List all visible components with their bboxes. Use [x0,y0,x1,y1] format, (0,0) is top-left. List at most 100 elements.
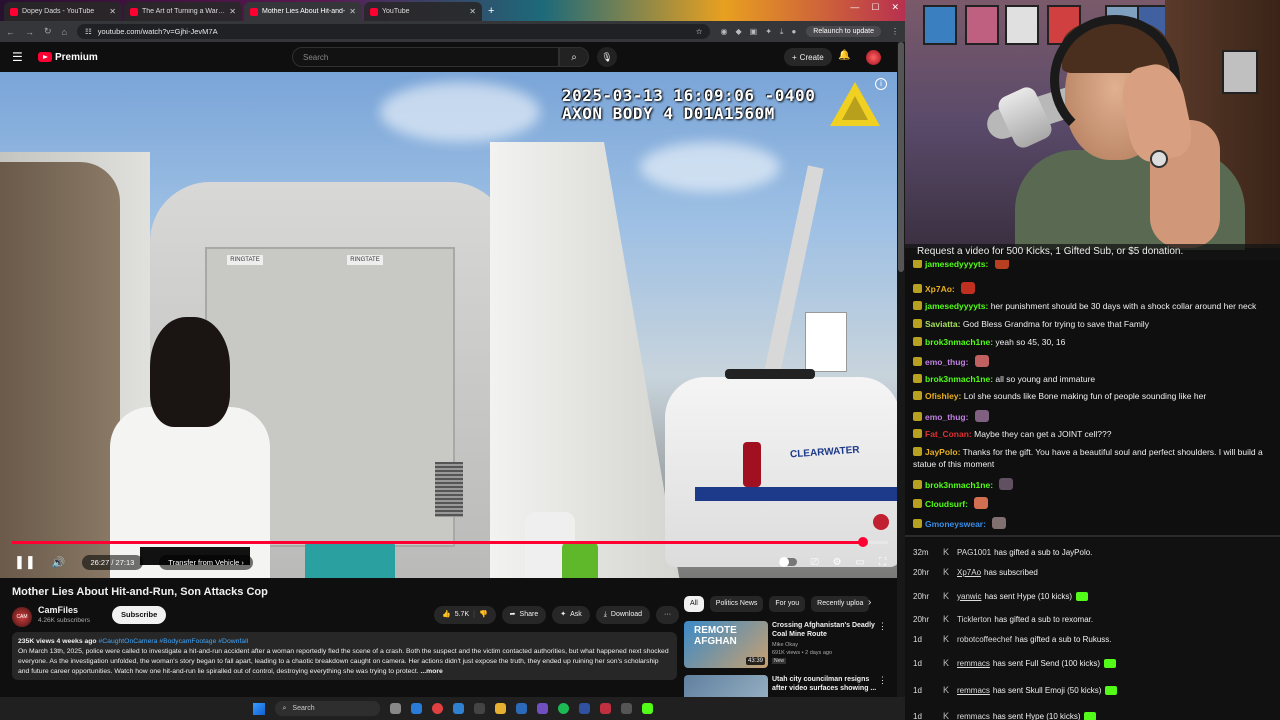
chat-username[interactable]: jamesedyyyyts: [925,301,988,311]
related-title[interactable]: Utah city councilman resigns after video… [772,675,877,693]
back-icon[interactable]: ← [6,27,15,37]
app-icon[interactable] [599,703,611,714]
filter-chip[interactable]: For you [769,596,806,612]
close-window-icon[interactable]: ✕ [891,2,899,13]
page-scrollbar[interactable] [897,42,905,697]
reload-icon[interactable]: ↻ [44,26,52,37]
extension-icon[interactable]: ▣ [750,27,758,37]
app-icon[interactable] [578,703,590,714]
share-button[interactable]: ➦ Share [501,606,547,624]
edge-icon[interactable] [410,703,422,714]
chat-username[interactable]: JayPolo: [925,447,960,457]
more-vertical-icon[interactable]: ⋮ [878,675,887,686]
extension-icon[interactable]: ◉ [720,27,727,37]
download-icon[interactable]: ⤓ [780,27,784,37]
volume-icon[interactable]: 🔊 [52,556,66,569]
search-input[interactable]: Search [292,47,559,67]
settings-gear-icon[interactable]: ⚙ [833,557,842,568]
close-tab-icon[interactable]: ✕ [349,7,356,16]
url-field[interactable]: ☷ youtube.com/watch?v=Gjhi-JevM7A ☆ [76,24,711,39]
chat-username[interactable]: brok3nmach1ne: [925,374,993,384]
kick-icon[interactable] [641,703,653,714]
captions-icon[interactable]: ⎚ [811,557,819,568]
file-explorer-icon[interactable] [494,703,506,714]
account-avatar[interactable] [866,50,881,65]
related-video[interactable]: Utah city councilman resigns after video… [684,675,889,697]
app-icon[interactable] [452,703,464,714]
chat-username[interactable]: jamesedyyyyts: [925,260,988,269]
video-thumbnail[interactable]: REMOTE AFGHAN 43:39 [684,621,768,668]
ask-button[interactable]: ✦ Ask [552,606,590,624]
progress-bar[interactable] [12,537,888,547]
info-icon[interactable]: i [875,78,887,90]
channel-avatar[interactable]: CAM [12,607,32,627]
voice-search-icon[interactable]: 🎙 [597,47,617,67]
fullscreen-icon[interactable]: ⛶ [879,557,886,568]
minimize-icon[interactable]: — [850,2,859,13]
video-thumbnail[interactable] [684,675,768,697]
more-vertical-icon[interactable]: ⋮ [878,621,887,632]
event-username[interactable]: remmacs [957,686,990,695]
filter-chip[interactable]: All [684,596,704,612]
event-username[interactable]: PAG1001 [957,548,991,557]
video-player[interactable]: RINGTATE RINGTATE CLEARWATER 2025-03-13 … [0,72,900,578]
event-username[interactable]: Ticklerton [957,615,991,624]
chat-username[interactable]: brok3nmach1ne: [925,480,993,490]
browser-tab[interactable]: Dopey Dads - YouTube ✕ [4,2,122,21]
extension-icon[interactable]: ✦ [765,27,772,37]
app-icon[interactable] [515,703,527,714]
close-tab-icon[interactable]: ✕ [469,7,476,16]
chrome-icon[interactable] [431,703,443,714]
notifications-bell-icon[interactable]: 🔔 [838,50,850,61]
chat-username[interactable]: emo_thug: [925,412,968,422]
task-view-icon[interactable] [389,703,401,714]
bookmark-star-icon[interactable]: ☆ [696,27,703,36]
chat-username[interactable]: Saviatta: [925,319,960,329]
close-tab-icon[interactable]: ✕ [109,7,116,16]
chat-username[interactable]: Fat_Conan: [925,429,972,439]
more-actions-button[interactable]: ··· [656,606,680,624]
chapter-button[interactable]: Transfer from Vehicle › [159,554,253,570]
browser-tab[interactable]: Mother Lies About Hit-and- ✕ [244,2,362,21]
extension-icon[interactable]: ◆ [735,27,741,37]
scrollbar-thumb[interactable] [898,42,904,272]
site-info-icon[interactable]: ☷ [85,27,92,36]
search-button[interactable]: ⌕ [559,47,589,67]
hashtags[interactable]: #CaughtOnCamera #BodycamFootage #Downfal… [98,638,248,645]
create-button[interactable]: + Create [784,48,832,66]
start-menu-icon[interactable] [252,702,265,715]
chat-username[interactable]: emo_thug: [925,357,968,367]
thumbs-down-icon[interactable]: 👎 [479,606,488,624]
browser-tab[interactable]: The Art of Turning a Warning I ✕ [124,2,242,21]
event-username[interactable]: remmacs [957,712,990,720]
theater-mode-icon[interactable]: ▭ [856,557,865,568]
forward-icon[interactable]: → [25,27,34,37]
autoplay-toggle[interactable] [778,557,797,567]
chat-username[interactable]: Gmoneyswear: [925,519,986,529]
video-description[interactable]: 235K views 4 weeks ago #CaughtOnCamera #… [12,632,677,680]
filter-chip[interactable]: Politics News [709,596,764,612]
spotify-icon[interactable] [557,703,569,714]
subscribe-button[interactable]: Subscribe [112,606,167,624]
chat-username[interactable]: Xp7Ao: [925,284,955,294]
chevron-right-icon[interactable]: › [868,597,871,608]
app-icon[interactable] [620,703,632,714]
profile-icon[interactable]: ● [791,27,796,37]
home-icon[interactable]: ⌂ [62,27,67,37]
filter-chip[interactable]: Recently uploa [811,596,870,612]
browser-tab[interactable]: YouTube ✕ [364,2,482,21]
related-video[interactable]: REMOTE AFGHAN 43:39 Crossing Afghanistan… [684,621,889,673]
event-username[interactable]: yanwic [957,592,981,601]
like-button[interactable]: 👍 5.7K | 👎 [434,606,496,624]
show-more-link[interactable]: ...more [419,668,442,675]
chat-username[interactable]: Ofishley: [925,391,961,401]
close-tab-icon[interactable]: ✕ [229,7,236,16]
chat-username[interactable]: brok3nmach1ne: [925,337,993,347]
event-username[interactable]: robotcoffeechef [957,635,1012,644]
youtube-logo[interactable]: Premium [38,52,98,63]
related-title[interactable]: Crossing Afghanistan's Deadly Coal Mine … [772,621,877,639]
app-icon[interactable] [536,703,548,714]
pause-icon[interactable]: ❚❚ [14,554,36,570]
relaunch-button[interactable]: Relaunch to update [806,26,881,37]
hamburger-menu-icon[interactable]: ☰ [12,50,32,64]
